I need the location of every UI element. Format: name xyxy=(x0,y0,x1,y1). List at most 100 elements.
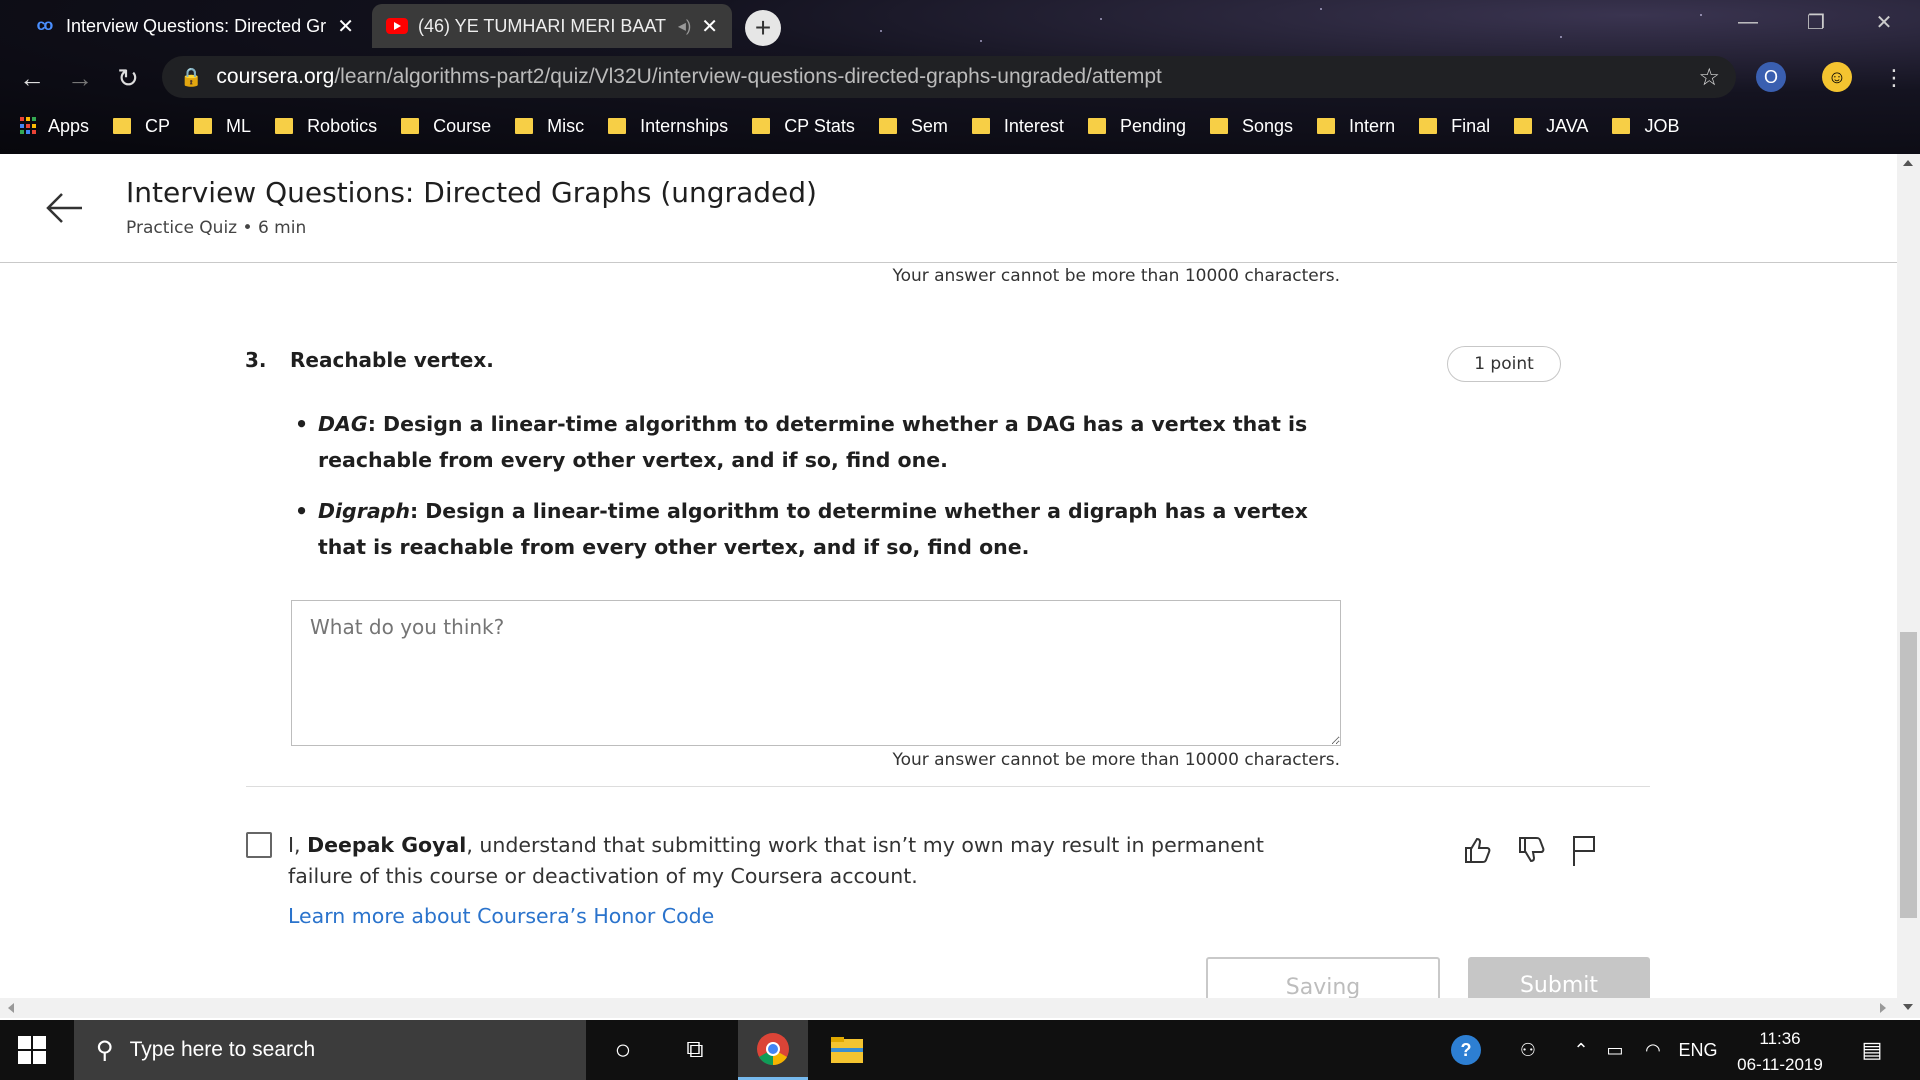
question-title: Reachable vertex. xyxy=(290,348,494,372)
search-placeholder: Type here to search xyxy=(129,1038,316,1061)
folder-icon xyxy=(1612,118,1631,134)
minimize-button[interactable]: — xyxy=(1720,0,1776,44)
url-domain: coursera.org xyxy=(216,65,335,88)
scroll-left-arrow-icon[interactable] xyxy=(8,1003,14,1013)
bookmark-folder[interactable]: Pending xyxy=(1087,116,1186,137)
cortana-icon[interactable]: ○ xyxy=(588,1020,658,1080)
url-path: /learn/algorithms-part2/quiz/Vl32U/inter… xyxy=(334,65,1162,88)
bookmark-folder[interactable]: Intern xyxy=(1317,116,1395,137)
honor-code-link[interactable]: Learn more about Coursera’s Honor Code xyxy=(288,904,714,928)
bookmark-label: Apps xyxy=(48,115,90,136)
chevron-up-icon[interactable]: ⌃ xyxy=(1566,1020,1596,1080)
bookmark-label: Interest xyxy=(1003,115,1064,136)
system-clock[interactable]: 11:36 06-11-2019 xyxy=(1728,1026,1832,1078)
answer-textarea[interactable] xyxy=(291,600,1341,746)
scroll-up-arrow-icon[interactable] xyxy=(1903,160,1913,166)
restore-button[interactable]: ❐ xyxy=(1788,0,1844,44)
learner-name: Deepak Goyal xyxy=(307,833,467,857)
bookmark-folder[interactable]: Sem xyxy=(878,115,948,137)
bookmark-apps[interactable]: Apps xyxy=(20,116,89,137)
page-content: Your answer cannot be more than 10000 ch… xyxy=(0,154,1920,1018)
bookmark-folder[interactable]: CP xyxy=(113,116,170,137)
folder-icon xyxy=(971,118,990,134)
honor-code-checkbox[interactable] xyxy=(246,832,272,858)
bookmark-label: Sem xyxy=(910,115,948,136)
thumbs-up-icon[interactable] xyxy=(1458,832,1494,868)
menu-icon[interactable]: ⋮ xyxy=(1876,60,1912,96)
bullet-text: : Design a linear-time algorithm to dete… xyxy=(318,499,1308,559)
reload-button[interactable]: ↻ xyxy=(110,60,146,96)
flag-icon[interactable] xyxy=(1566,832,1602,868)
tab-title: Interview Questions: Directed Gr xyxy=(66,15,327,36)
honor-prefix: I, xyxy=(288,833,308,857)
taskbar-search[interactable]: ⚲ Type here to search xyxy=(74,1020,586,1080)
bookmark-label: Internships xyxy=(640,115,729,136)
close-icon[interactable]: ✕ xyxy=(337,14,354,39)
people-icon[interactable]: ⚇ xyxy=(1508,1020,1548,1080)
horizontal-scrollbar[interactable] xyxy=(0,998,1897,1018)
folder-icon xyxy=(194,118,213,134)
wifi-icon[interactable]: ◠ xyxy=(1638,1020,1668,1080)
bookmark-label: CP Stats xyxy=(784,115,855,136)
bookmark-folder[interactable]: JAVA xyxy=(1514,116,1588,137)
windows-taskbar: ⚲ Type here to search ○ ⧉ ? ⚇ ⌃ ▭ ◠ ENG … xyxy=(0,1020,1920,1080)
bookmark-folder[interactable]: CP Stats xyxy=(752,116,855,137)
tab-title: (46) YE TUMHARI MERI BAAT xyxy=(418,15,667,36)
coursera-icon: co xyxy=(36,17,54,34)
bookmark-star-icon[interactable]: ☆ xyxy=(1698,63,1720,92)
file-explorer-icon[interactable] xyxy=(812,1020,882,1080)
bookmark-folder[interactable]: Robotics xyxy=(275,116,377,137)
question-number: 3. xyxy=(245,348,267,372)
bullet-digraph: Digraph: Design a linear-time algorithm … xyxy=(295,493,1345,565)
bookmark-folder[interactable]: Final xyxy=(1419,116,1490,137)
thumbs-down-icon[interactable] xyxy=(1512,832,1548,868)
help-icon[interactable]: ? xyxy=(1446,1020,1486,1080)
language-indicator[interactable]: ENG xyxy=(1676,1020,1720,1080)
star-decoration xyxy=(1100,18,1102,20)
folder-icon xyxy=(401,118,420,134)
bookmark-label: Misc xyxy=(547,115,585,136)
close-icon[interactable]: ✕ xyxy=(701,14,718,39)
chrome-taskbar-icon[interactable] xyxy=(738,1020,808,1080)
folder-icon xyxy=(275,118,294,134)
bookmark-folder[interactable]: ML xyxy=(194,116,251,137)
navigation-bar: ← → ↻ 🔒 coursera.org /learn/algorithms-p… xyxy=(0,52,1920,104)
back-button[interactable]: ← xyxy=(14,60,50,96)
bookmark-folder[interactable]: JOB xyxy=(1612,116,1679,137)
close-window-button[interactable]: ✕ xyxy=(1856,0,1912,44)
lock-icon: 🔒 xyxy=(180,66,203,87)
folder-icon xyxy=(113,118,132,134)
answer-limit-note: Your answer cannot be more than 10000 ch… xyxy=(892,266,1340,286)
battery-icon[interactable]: ▭ xyxy=(1600,1020,1630,1080)
bookmark-folder[interactable]: Songs xyxy=(1210,116,1293,137)
points-badge: 1 point xyxy=(1447,346,1561,382)
page-subtitle: Practice Quiz • 6 min xyxy=(126,218,307,238)
audio-icon[interactable]: ◂) xyxy=(678,16,691,36)
tab-youtube[interactable]: (46) YE TUMHARI MERI BAAT ◂) ✕ xyxy=(372,4,732,48)
folder-icon xyxy=(831,1037,863,1063)
chrome-icon xyxy=(757,1032,789,1065)
scrollbar-thumb[interactable] xyxy=(1900,632,1917,918)
bookmark-folder[interactable]: Course xyxy=(401,116,491,137)
folder-icon xyxy=(608,118,627,134)
task-view-icon[interactable]: ⧉ xyxy=(660,1020,730,1080)
forward-button[interactable]: → xyxy=(62,60,98,96)
bookmark-folder[interactable]: Internships xyxy=(608,116,728,137)
scroll-right-arrow-icon[interactable] xyxy=(1880,1003,1886,1013)
vertical-scrollbar[interactable] xyxy=(1897,154,1920,1018)
scroll-down-arrow-icon[interactable] xyxy=(1903,1004,1913,1010)
bullet-term: DAG xyxy=(318,412,368,436)
bookmark-folder[interactable]: Misc xyxy=(515,116,584,137)
windows-start-icon[interactable] xyxy=(18,1036,46,1064)
profile-avatar[interactable]: ☺ xyxy=(1822,62,1852,92)
star-decoration xyxy=(1320,8,1322,10)
clock-time: 11:36 xyxy=(1759,1029,1801,1048)
address-bar[interactable]: 🔒 coursera.org /learn/algorithms-part2/q… xyxy=(162,56,1736,98)
bookmark-folder[interactable]: Interest xyxy=(971,115,1064,137)
tab-coursera[interactable]: co Interview Questions: Directed Gr ✕ xyxy=(18,4,368,48)
folder-icon xyxy=(752,118,771,134)
notification-icon[interactable]: ▤ xyxy=(1850,1020,1894,1080)
back-arrow-icon[interactable] xyxy=(42,186,86,230)
extension-icon[interactable]: O xyxy=(1756,62,1786,92)
new-tab-button[interactable]: + xyxy=(745,10,781,46)
